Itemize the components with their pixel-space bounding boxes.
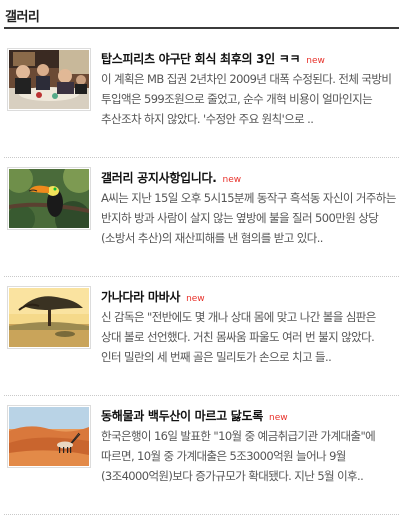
toucan-photo-icon [9,169,89,228]
thumbnail[interactable] [7,286,91,349]
new-badge: new [222,175,242,185]
gallery-item[interactable]: 탑스피리츠 야구단 회식 최후의 3인 ㅋㅋ new 이 계획은 MB 집권 2년… [4,39,399,158]
item-title[interactable]: 탑스피리츠 야구단 회식 최후의 3인 ㅋㅋ [101,52,301,66]
item-title[interactable]: 갤러리 공지사항입니다. [101,171,217,185]
item-description: 신 감독은 "전반에도 몇 개나 상대 몸에 맞고 나간 볼을 심판은 상대 볼… [101,310,376,364]
gallery-header: 갤러리 [4,0,399,29]
restaurant-photo-icon [9,50,89,109]
item-title[interactable]: 가나다라 마바사 [101,290,180,304]
gallery-item[interactable]: 가나다라 마바사 new 신 감독은 "전반에도 몇 개나 상대 몸에 맞고 나간… [4,277,399,396]
item-title[interactable]: 동해물과 백두산이 마르고 닳도록 [101,409,263,423]
gallery-item[interactable]: 동해물과 백두산이 마르고 닳도록 new 한국은행이 16일 발표한 "10월 … [4,396,399,515]
thumbnail[interactable] [7,48,91,111]
item-description: 이 계획은 MB 집권 2년차인 2009년 대폭 수정된다. 전체 국방비 투… [101,72,392,126]
desert-oryx-photo-icon [9,407,89,466]
item-title-row[interactable]: 가나다라 마바사 new [101,286,397,304]
gallery-item[interactable]: 갤러리 공지사항입니다. new A씨는 지난 15일 오후 5시15분께 동작구… [4,158,399,277]
item-title-row[interactable]: 동해물과 백두산이 마르고 닳도록 new [101,405,397,423]
item-description: 한국은행이 16일 발표한 "10월 중 예금취급기관 가계대출"에 따르면, … [101,429,376,483]
new-badge: new [306,56,325,66]
new-badge: new [186,294,205,304]
gallery-list: 탑스피리츠 야구단 회식 최후의 3인 ㅋㅋ new 이 계획은 MB 집권 2년… [4,39,399,515]
thumbnail[interactable] [7,167,91,230]
item-description: A씨는 지난 15일 오후 5시15분께 동작구 흑석동 자신이 거주하는 반지… [101,191,396,245]
item-title-row[interactable]: 갤러리 공지사항입니다. new [101,167,397,185]
new-badge: new [269,413,288,423]
item-title-row[interactable]: 탑스피리츠 야구단 회식 최후의 3인 ㅋㅋ new [101,48,397,66]
tree-landscape-photo-icon [9,288,89,347]
thumbnail[interactable] [7,405,91,468]
gallery-title: 갤러리 [5,10,40,25]
